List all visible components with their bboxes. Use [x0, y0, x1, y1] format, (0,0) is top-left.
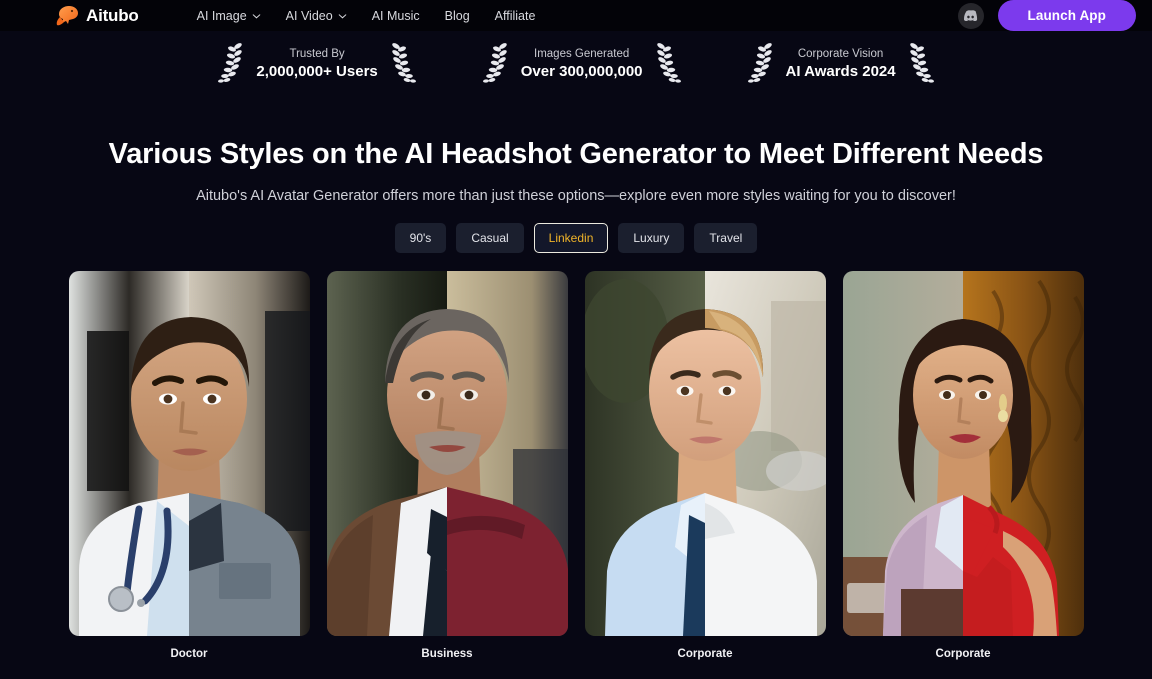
nav-label: Blog [444, 8, 470, 23]
page-subtitle: Aitubo's AI Avatar Generator offers more… [196, 188, 956, 204]
style-tab-travel[interactable]: Travel [694, 223, 758, 253]
headshot-card[interactable]: Doctor [68, 271, 310, 660]
headshot-image-business[interactable] [326, 271, 568, 636]
headshot-card[interactable]: Corporate [842, 271, 1084, 660]
headshot-image-doctor[interactable] [68, 271, 310, 636]
chevron-down-icon [338, 13, 347, 18]
trust-stats-bar: Trusted By 2,000,000+ Users Images Gener… [0, 31, 1152, 86]
laurel-wreath-icon [218, 43, 243, 83]
stat-value: AI Awards 2024 [785, 63, 896, 80]
stat-trusted-by: Trusted By 2,000,000+ Users [212, 42, 421, 86]
nav-label: AI Video [285, 8, 333, 23]
headshot-card-label: Business [421, 648, 473, 660]
stat-value: Over 300,000,000 [520, 63, 643, 80]
chevron-down-icon [252, 13, 261, 18]
discord-link[interactable] [957, 2, 984, 29]
nav-label: AI Image [196, 8, 247, 23]
headshot-gallery: Doctor Business Corporate Corporate [0, 271, 1152, 660]
stat-text: Trusted By 2,000,000+ Users [256, 46, 377, 82]
before-after-portrait [326, 271, 568, 636]
nav-item-ai-video[interactable]: AI Video [286, 9, 347, 23]
headshot-card[interactable]: Corporate [584, 271, 826, 660]
stat-label: Trusted By [289, 48, 345, 60]
style-tab-linkedin[interactable]: Linkedin [533, 223, 609, 253]
nav-label: AI Music [371, 8, 420, 23]
main-nav: AI Image AI Video AI Music Blog Affiliat… [197, 9, 536, 23]
laurel-wreath-icon [482, 43, 507, 83]
nav-item-affiliate[interactable]: Affiliate [495, 9, 536, 23]
brand-name: Aitubo [86, 5, 139, 25]
stat-images-generated: Images Generated Over 300,000,000 [477, 42, 687, 86]
capybara-logo-icon [56, 5, 78, 25]
discord-icon [964, 10, 978, 21]
nav-item-blog[interactable]: Blog [445, 9, 470, 23]
laurel-wreath-icon [392, 43, 416, 83]
stat-value: 2,000,000+ Users [256, 63, 378, 80]
stat-label: Corporate Vision [797, 48, 884, 60]
stat-corporate-vision: Corporate Vision AI Awards 2024 [742, 42, 940, 86]
launch-app-button[interactable]: Launch App [997, 0, 1136, 31]
stat-label: Images Generated [534, 48, 630, 60]
page-title: Various Styles on the AI Headshot Genera… [108, 138, 1044, 170]
headshot-card-label: Doctor [170, 648, 208, 660]
headshot-card-label: Corporate [677, 648, 733, 660]
headshot-card-label: Corporate [935, 648, 991, 660]
laurel-wreath-icon [656, 43, 681, 83]
header-actions: Launch App [957, 0, 1136, 31]
before-after-portrait [68, 271, 310, 636]
nav-label: Affiliate [494, 8, 536, 23]
before-after-portrait [584, 271, 826, 636]
style-tab-luxury[interactable]: Luxury [618, 223, 685, 253]
style-filter-tabs: 90's Casual Linkedin Luxury Travel [0, 223, 1152, 253]
headshot-card[interactable]: Business [326, 271, 568, 660]
nav-item-ai-music[interactable]: AI Music [372, 9, 420, 23]
style-tab-casual[interactable]: Casual [456, 223, 524, 253]
hero-section: Various Styles on the AI Headshot Genera… [0, 86, 1152, 204]
stat-text: Images Generated Over 300,000,000 [521, 46, 643, 82]
stat-text: Corporate Vision AI Awards 2024 [786, 46, 896, 82]
brand-logo-group[interactable]: Aitubo [55, 5, 139, 27]
before-after-portrait [842, 271, 1084, 636]
headshot-image-corporate-female[interactable] [842, 271, 1084, 636]
laurel-wreath-icon [909, 43, 934, 83]
style-tab-90s[interactable]: 90's [394, 223, 447, 253]
nav-item-ai-image[interactable]: AI Image [197, 9, 261, 23]
laurel-wreath-icon [747, 43, 772, 83]
site-header: Aitubo AI Image AI Video AI Music Blog A… [0, 0, 1152, 31]
headshot-image-corporate-male[interactable] [584, 271, 826, 636]
